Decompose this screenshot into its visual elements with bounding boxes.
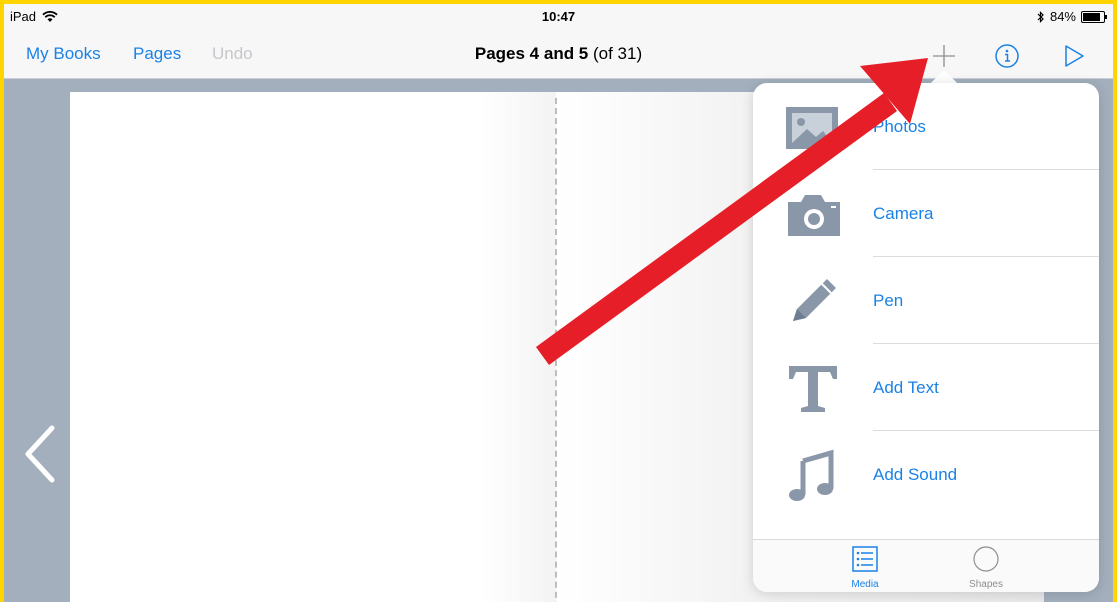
text-icon — [789, 366, 837, 412]
page-title-count: (of 31) — [588, 44, 643, 63]
media-popover: Photos Camera Pen Add Text Add Sound Med… — [753, 83, 1099, 592]
menu-label-add-text: Add Text — [873, 378, 939, 397]
menu-item-add-sound[interactable]: Add Sound — [753, 431, 1099, 518]
menu-item-photos[interactable]: Photos — [753, 83, 1099, 170]
tab-media[interactable]: Media — [825, 546, 905, 590]
menu-label-camera: Camera — [873, 204, 934, 223]
tab-shapes[interactable]: Shapes — [946, 546, 1026, 590]
menu-item-camera[interactable]: Camera — [753, 170, 1099, 257]
tab-shapes-label: Shapes — [969, 579, 1003, 590]
bluetooth-icon — [1037, 10, 1044, 23]
music-note-icon — [789, 449, 834, 501]
book-spine — [555, 98, 557, 602]
play-icon[interactable] — [1060, 42, 1088, 70]
menu-label-photos: Photos — [873, 117, 926, 136]
status-time: 10:47 — [541, 9, 576, 24]
ipad-screen: iPad 10:47 84% My Books Pages Undo Pages… — [4, 4, 1113, 602]
list-icon — [852, 546, 878, 572]
page-title-main: Pages 4 and 5 — [474, 44, 589, 63]
status-bar: iPad 10:47 84% — [4, 4, 1113, 30]
camera-icon — [788, 195, 840, 236]
popover-tab-bar: Media Shapes — [753, 539, 1099, 592]
battery-icon — [1081, 10, 1107, 23]
tab-media-label: Media — [851, 579, 879, 590]
menu-item-pen[interactable]: Pen — [753, 257, 1099, 344]
status-right: 84% — [1037, 9, 1107, 24]
pen-icon — [793, 279, 836, 321]
menu-item-add-text[interactable]: Add Text — [753, 344, 1099, 431]
menu-label-add-sound: Add Sound — [873, 465, 958, 484]
previous-page-chevron-icon[interactable] — [20, 424, 60, 484]
photos-icon — [786, 107, 838, 149]
menu-label-pen: Pen — [873, 291, 904, 310]
add-icon[interactable] — [930, 42, 958, 70]
left-page-shade — [480, 92, 556, 602]
info-icon[interactable] — [993, 42, 1021, 70]
battery-percent: 84% — [1049, 9, 1076, 24]
circle-shape-icon — [973, 546, 999, 572]
